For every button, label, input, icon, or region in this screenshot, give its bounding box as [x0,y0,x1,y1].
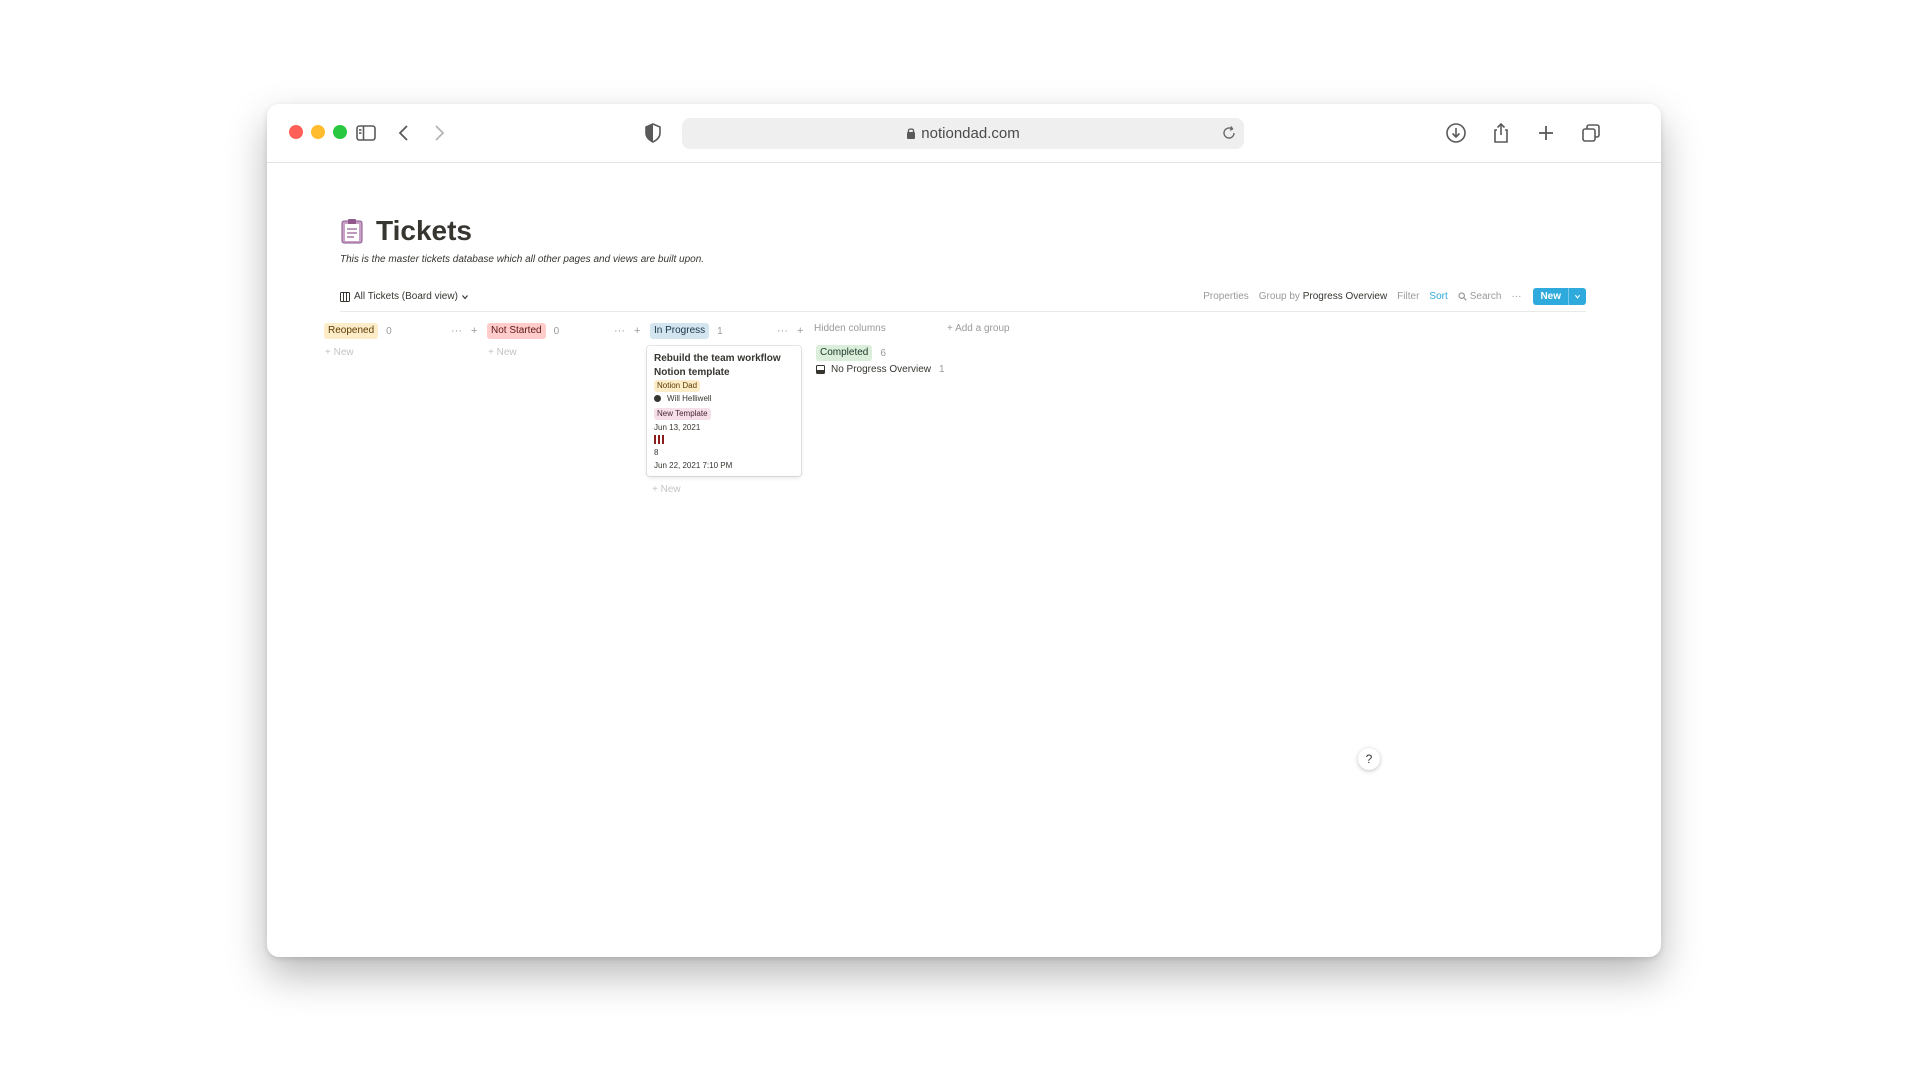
new-button-label: New [1540,290,1561,302]
new-record-button[interactable]: New [1533,287,1586,305]
column-controls: ··· + [605,323,640,339]
add-new-card-button[interactable]: + New [652,484,681,495]
group-by-label: Group by [1258,290,1300,302]
share-icon[interactable] [1489,121,1513,145]
search-label: Search [1469,290,1502,302]
back-icon[interactable] [392,121,416,145]
properties-button[interactable]: Properties [1203,291,1249,302]
view-actions: Properties Group by Progress Overview Fi… [1193,287,1586,305]
clipboard-icon [341,219,363,244]
card-client: Notion Dad [654,380,701,392]
card-created-time: Jun 22, 2021 7:10 PM [654,461,733,470]
forward-icon[interactable] [427,121,451,145]
zoom-window-button[interactable] [333,125,347,139]
priority-bar [658,435,660,444]
column-header-not-started[interactable]: Not Started 0 [487,323,559,339]
add-group-button[interactable]: + Add a group [947,323,1010,334]
new-dropdown-button[interactable] [1568,287,1586,305]
view-switcher[interactable]: All Tickets (Board view) [340,291,469,302]
new-label: New [333,347,354,358]
assignee-name: Will Helliwell [667,394,712,403]
priority-bar [662,435,664,444]
ticket-card[interactable]: Rebuild the team workflow Notion templat… [647,346,801,476]
column-controls: ··· + [768,323,803,339]
column-header-reopened[interactable]: Reopened 0 [324,323,392,339]
reload-icon[interactable] [1221,125,1237,141]
type-tag: New Template [654,408,711,420]
column-more-icon[interactable]: ··· [614,325,625,337]
address-bar[interactable]: notiondad.com [682,118,1244,149]
close-window-button[interactable] [289,125,303,139]
new-label: New [660,484,681,495]
avatar [654,395,661,402]
chevron-down-icon [461,294,468,299]
client-tag: Notion Dad [654,380,701,392]
page-header: Tickets [340,213,472,249]
more-options-button[interactable]: ··· [1511,291,1521,302]
url-label: notiondad.com [921,125,1020,142]
page-description[interactable]: This is the master tickets database whic… [340,254,704,265]
inbox-icon [816,365,825,374]
sort-button[interactable]: Sort [1429,291,1447,302]
search-button[interactable]: Search [1458,290,1502,302]
column-count: 1 [939,364,945,375]
card-assignee: Will Helliwell [654,394,711,403]
lock-icon [907,128,916,139]
add-group-label: Add a group [955,323,1010,334]
card-number: 8 [654,448,659,457]
column-add-icon[interactable]: + [797,325,803,337]
status-tag: Completed [816,345,873,361]
hidden-columns-label: Hidden columns [814,323,886,334]
priority-bars [654,435,666,444]
column-count: 0 [553,325,560,337]
status-tag: In Progress [650,323,710,339]
url-text: notiondad.com [682,125,1244,142]
filter-button[interactable]: Filter [1397,291,1419,302]
column-count: 0 [386,325,392,337]
hidden-column-completed[interactable]: Completed 6 [816,345,886,361]
new-label: New [496,347,517,358]
minimize-window-button[interactable] [311,125,325,139]
browser-toolbar: notiondad.com [267,104,1661,163]
view-name: All Tickets (Board view) [354,291,458,302]
no-group-label: No Progress Overview [831,364,932,375]
column-add-icon[interactable]: + [634,325,640,337]
new-tab-icon[interactable] [1534,121,1558,145]
database-view-bar: All Tickets (Board view) Properties Grou… [340,287,1586,312]
column-more-icon[interactable]: ··· [777,325,788,337]
card-date: Jun 13, 2021 [654,423,701,432]
group-by-button[interactable]: Group by Progress Overview [1259,291,1387,302]
column-header-in-progress[interactable]: In Progress 1 [650,323,723,339]
browser-window: notiondad.com Tickets This is the master… [267,104,1661,957]
downloads-icon[interactable] [1444,121,1468,145]
column-count: 6 [880,347,886,359]
search-icon [1458,291,1467,301]
status-tag: Not Started [487,323,546,339]
column-count: 1 [717,325,723,337]
notion-page: Tickets This is the master tickets datab… [267,163,1661,957]
card-type: New Template [654,408,711,420]
status-tag: Reopened [324,323,379,339]
hidden-column-no-group[interactable]: No Progress Overview 1 [816,364,945,375]
column-more-icon[interactable]: ··· [451,325,462,337]
column-controls: ··· + [442,323,477,339]
help-button[interactable]: ? [1358,748,1380,770]
chevron-down-icon [1574,294,1581,299]
add-new-card-button[interactable]: + New [488,347,517,358]
priority-bar [654,435,656,444]
sidebar-toggle-icon[interactable] [354,121,378,145]
board-view-icon [340,291,350,302]
page-title[interactable]: Tickets [376,215,472,247]
privacy-shield-icon[interactable] [641,121,665,145]
group-by-value: Progress Overview [1302,290,1388,302]
card-title: Rebuild the team workflow Notion templat… [654,353,781,378]
tab-overview-icon[interactable] [1579,121,1603,145]
add-new-card-button[interactable]: + New [325,347,354,358]
column-add-icon[interactable]: + [471,325,477,337]
